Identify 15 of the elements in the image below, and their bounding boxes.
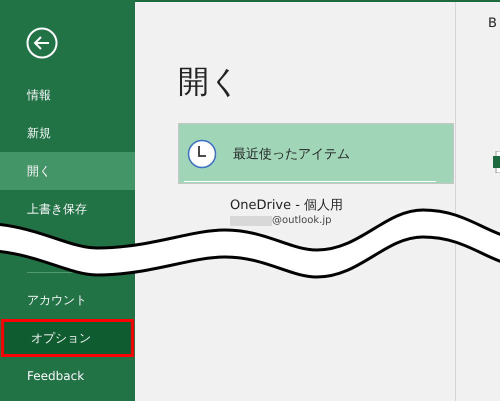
back-button[interactable]: [26, 27, 58, 59]
blurred-text: [230, 216, 272, 226]
menu-item[interactable]: 新規: [0, 120, 135, 146]
page-title: 開く: [178, 63, 242, 102]
menu-item[interactable]: オプション: [1, 319, 134, 357]
clock-icon: [187, 138, 217, 168]
menu-item[interactable]: アカウント: [0, 287, 135, 313]
spreadsheet-icon: [493, 151, 500, 173]
recent-items-option[interactable]: 最近使ったアイテム: [178, 123, 454, 184]
onedrive-option[interactable]: OneDrive - 個人用 @outlook.jp: [230, 198, 344, 227]
menu-item[interactable]: 情報: [0, 82, 135, 108]
menu-item[interactable]: 開く: [0, 152, 135, 190]
menu-item[interactable]: 上書き保存: [0, 196, 135, 222]
account-name: B: [488, 16, 497, 31]
menu-item[interactable]: Feedback: [0, 363, 135, 389]
